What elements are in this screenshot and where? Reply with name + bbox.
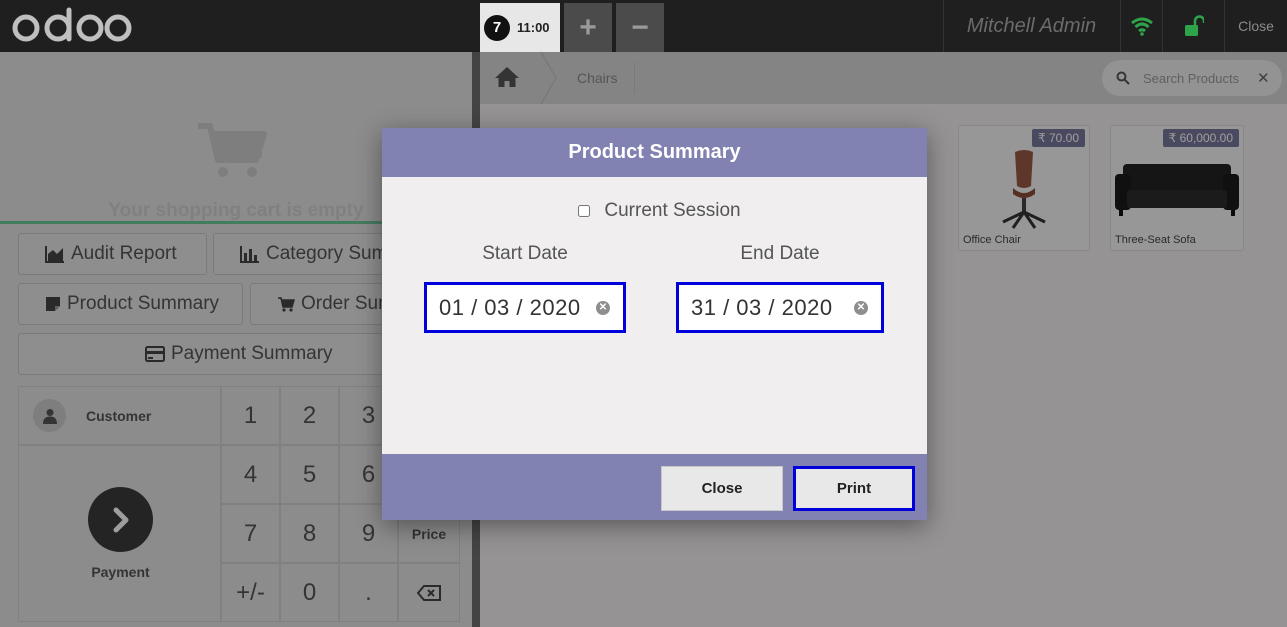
order-tab[interactable]: 7 11:00	[480, 3, 560, 52]
end-date-value: 31 / 03 / 2020	[691, 294, 833, 320]
start-date-input[interactable]: 01 / 03 / 2020 ✕	[424, 282, 626, 333]
clear-start-date-icon[interactable]: ✕	[596, 300, 610, 315]
start-date-label: Start Date	[482, 243, 568, 264]
close-pos-button[interactable]: Close	[1224, 0, 1287, 52]
dialog-footer: Close Print	[382, 454, 927, 520]
current-session-label: Current Session	[604, 200, 741, 221]
remove-order-button[interactable]: −	[616, 3, 664, 52]
wifi-status[interactable]	[1120, 0, 1162, 52]
close-button[interactable]: Close	[661, 466, 783, 511]
end-date-input[interactable]: 31 / 03 / 2020 ✕	[676, 282, 884, 333]
start-date-value: 01 / 03 / 2020	[439, 294, 581, 320]
clear-end-date-icon[interactable]: ✕	[854, 300, 868, 315]
end-date-label: End Date	[740, 243, 820, 264]
odoo-logo	[12, 7, 132, 42]
add-order-button[interactable]: +	[564, 3, 612, 52]
print-button[interactable]: Print	[793, 466, 915, 511]
unlock-icon	[1184, 15, 1204, 36]
product-summary-dialog: Product Summary Current Session Start Da…	[382, 128, 927, 520]
current-session-checkbox[interactable]	[578, 205, 591, 217]
dialog-title: Product Summary	[382, 128, 927, 177]
user-name: Mitchell Admin	[943, 0, 1119, 52]
lock-screen-button[interactable]	[1162, 0, 1224, 52]
order-time: 11:00	[517, 20, 550, 35]
wifi-icon	[1130, 17, 1153, 36]
order-number: 7	[484, 14, 510, 41]
top-bar: 7 11:00 + − Mitchell Admin Close	[0, 0, 1287, 52]
current-session-option[interactable]: Current Session	[382, 200, 927, 222]
